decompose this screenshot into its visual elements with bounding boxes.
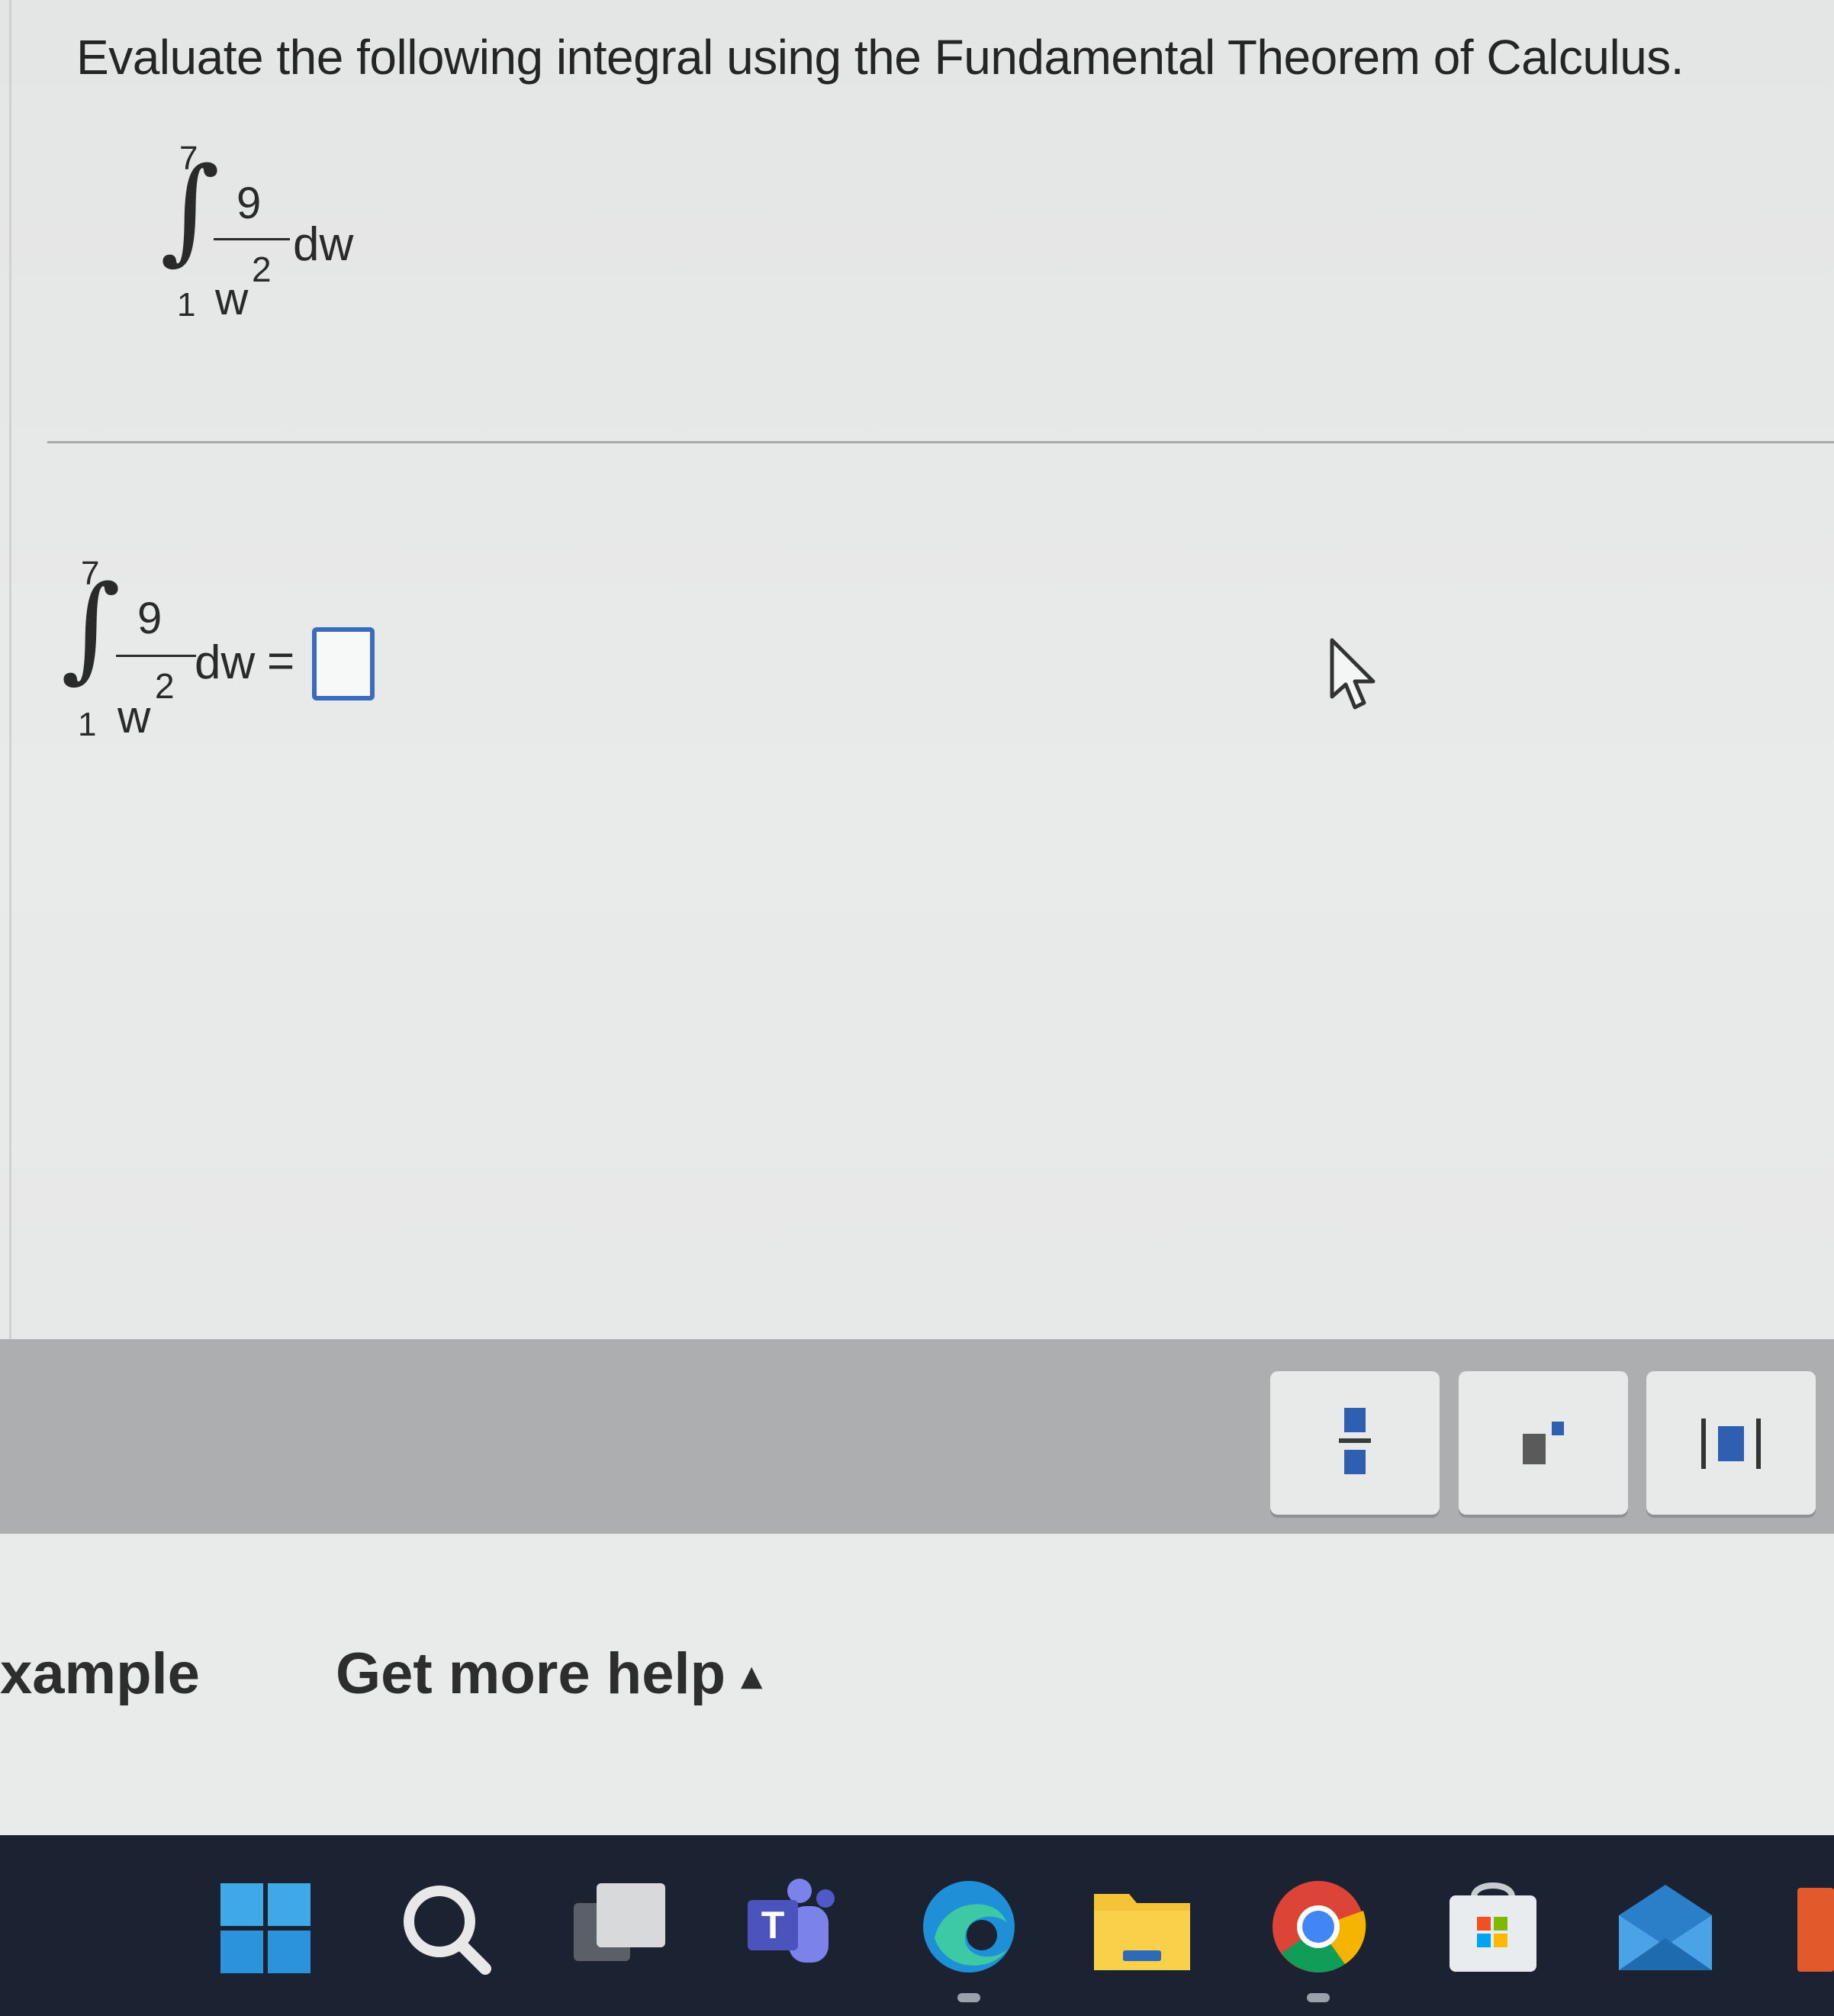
exponent: 2 (155, 666, 175, 706)
footer-bar (0, 1534, 1834, 1835)
lower-limit: 1 (78, 706, 97, 743)
question-prompt: Evaluate the following integral using th… (76, 30, 1684, 85)
svg-text:T: T (761, 1904, 785, 1947)
fraction-icon (1339, 1408, 1371, 1474)
mouse-cursor-icon (1330, 638, 1376, 710)
windows-start-icon[interactable] (217, 1877, 317, 1976)
search-icon[interactable] (395, 1877, 494, 1976)
fraction-button[interactable] (1270, 1371, 1440, 1515)
denominator: w (117, 691, 151, 742)
fraction-bar (214, 238, 290, 240)
upper-limit: 7 (179, 140, 198, 177)
file-explorer-icon[interactable] (1092, 1877, 1192, 1976)
microsoft-store-icon[interactable] (1443, 1877, 1543, 1976)
answer-input[interactable] (312, 627, 375, 700)
equals-sign: = (267, 635, 295, 688)
fraction-bar (116, 655, 196, 657)
edge-running-indicator (957, 1993, 980, 2002)
get-more-help-label: Get more help (336, 1641, 726, 1706)
upper-limit: 7 (81, 555, 100, 592)
office-icon[interactable] (1793, 1877, 1834, 1976)
mail-icon[interactable] (1616, 1877, 1715, 1976)
differential: dw (293, 218, 354, 271)
caret-up-icon: ▴ (742, 1654, 762, 1698)
superscript-button[interactable] (1459, 1371, 1628, 1515)
view-example-link[interactable]: xample (0, 1641, 200, 1707)
teams-icon[interactable]: T (740, 1877, 839, 1976)
exponent: 2 (252, 250, 272, 289)
denominator: w (215, 273, 249, 324)
numerator: 9 (236, 179, 262, 228)
lower-limit: 1 (177, 286, 196, 324)
chrome-running-indicator (1307, 1993, 1330, 2002)
chrome-icon[interactable] (1269, 1877, 1368, 1976)
section-divider (47, 441, 1834, 443)
task-view-icon[interactable] (571, 1877, 670, 1976)
differential: dw (195, 636, 256, 689)
edge-icon[interactable] (919, 1877, 1018, 1976)
absolute-value-icon (1701, 1419, 1761, 1469)
absolute-value-button[interactable] (1646, 1371, 1816, 1515)
get-more-help-link[interactable]: Get more help ▴ (336, 1641, 761, 1707)
superscript-icon (1523, 1422, 1564, 1464)
numerator: 9 (137, 594, 162, 643)
content-left-border (9, 0, 11, 1339)
